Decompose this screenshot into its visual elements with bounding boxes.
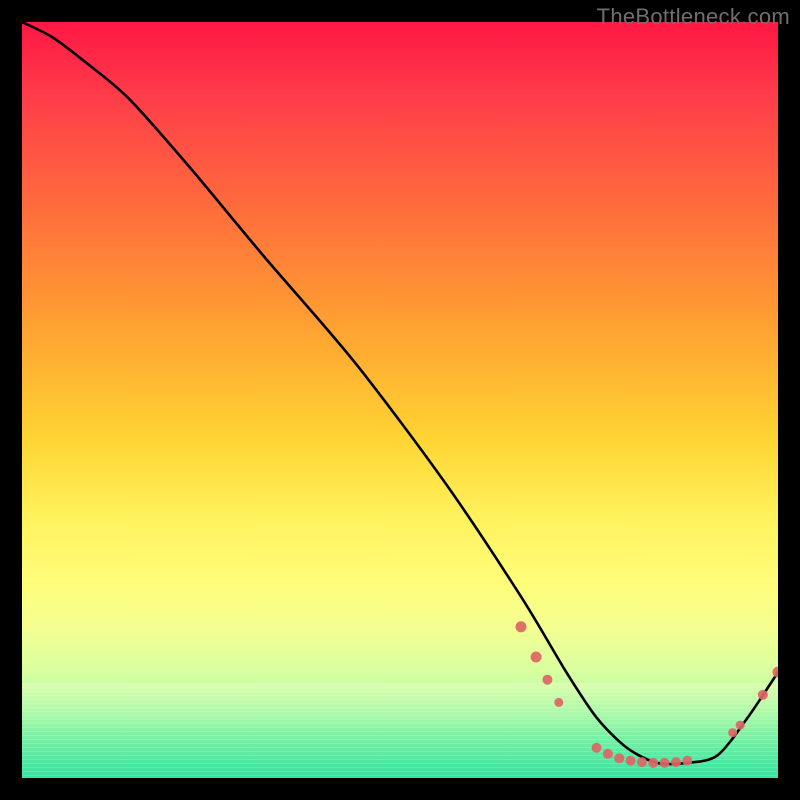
curve-layer — [22, 22, 778, 778]
data-marker — [515, 621, 526, 632]
data-marker — [542, 675, 552, 685]
data-marker — [660, 758, 670, 768]
data-marker — [531, 652, 542, 663]
data-marker — [554, 698, 563, 707]
markers-group — [515, 621, 778, 768]
data-marker — [637, 757, 647, 767]
data-marker — [671, 757, 681, 767]
data-marker — [614, 753, 624, 763]
data-marker — [758, 690, 768, 700]
data-marker — [728, 728, 737, 737]
chart-container: TheBottleneck.com — [0, 0, 800, 800]
data-marker — [682, 756, 692, 766]
watermark-text: TheBottleneck.com — [597, 4, 790, 30]
data-marker — [736, 721, 745, 730]
data-marker — [592, 743, 602, 753]
data-marker — [603, 749, 613, 759]
data-marker — [626, 756, 636, 766]
bottleneck-curve-line — [22, 22, 778, 764]
data-marker — [773, 667, 779, 678]
data-marker — [648, 758, 658, 768]
plot-area — [22, 22, 778, 778]
